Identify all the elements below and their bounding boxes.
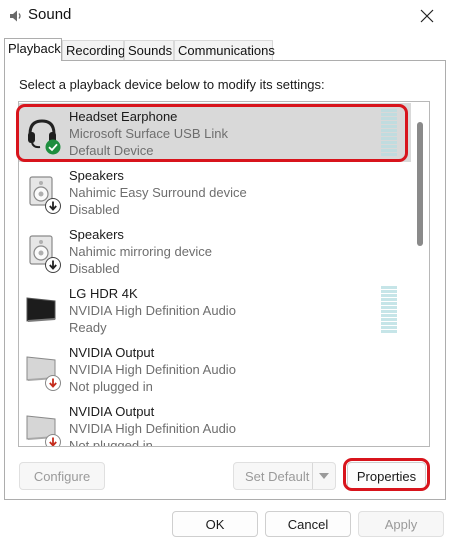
device-name: LG HDR 4K xyxy=(69,286,138,301)
set-default-button[interactable]: Set Default xyxy=(233,462,336,490)
disabled-arrow-icon xyxy=(45,257,61,273)
device-status: Ready xyxy=(69,320,107,335)
device-item-nvidia-output[interactable]: NVIDIA Output NVIDIA High Definition Aud… xyxy=(19,339,411,398)
device-description: Nahimic Easy Surround device xyxy=(69,185,247,200)
chevron-down-icon xyxy=(319,473,329,479)
unplugged-arrow-icon xyxy=(45,434,61,446)
tab-recording[interactable]: Recording xyxy=(62,40,125,60)
device-status: Disabled xyxy=(69,261,120,276)
device-status: Not plugged in xyxy=(69,438,153,447)
device-name: Speakers xyxy=(69,227,124,242)
device-description: NVIDIA High Definition Audio xyxy=(69,421,236,436)
cancel-button[interactable]: Cancel xyxy=(265,511,351,537)
apply-button[interactable]: Apply xyxy=(358,511,444,537)
device-description: NVIDIA High Definition Audio xyxy=(69,303,236,318)
tab-playback[interactable]: Playback xyxy=(4,38,62,61)
tab-sounds[interactable]: Sounds xyxy=(124,40,174,60)
device-item-speakers[interactable]: Speakers Nahimic Easy Surround device Di… xyxy=(19,162,411,221)
ok-button[interactable]: OK xyxy=(172,511,258,537)
default-check-icon xyxy=(45,139,61,155)
device-description: NVIDIA High Definition Audio xyxy=(69,362,236,377)
device-name: NVIDIA Output xyxy=(69,404,155,419)
device-name: NVIDIA Output xyxy=(69,345,155,360)
disabled-arrow-icon xyxy=(45,198,61,214)
device-name: Headset Earphone xyxy=(69,109,178,124)
unplugged-arrow-icon xyxy=(45,375,61,391)
set-default-label: Set Default xyxy=(245,468,310,484)
set-default-dropdown[interactable] xyxy=(312,463,335,489)
volume-meter xyxy=(381,286,397,333)
device-status: Not plugged in xyxy=(69,379,153,394)
window-title: Sound xyxy=(28,6,72,23)
instruction-text: Select a playback device below to modify… xyxy=(19,77,325,92)
device-list-scrollbar[interactable] xyxy=(411,102,429,446)
close-icon xyxy=(420,9,434,23)
device-list[interactable]: Headset Earphone Microsoft Surface USB L… xyxy=(18,101,430,447)
device-item-lg-hdr-4k[interactable]: LG HDR 4K NVIDIA High Definition Audio R… xyxy=(19,280,411,339)
device-name: Speakers xyxy=(69,168,124,183)
device-description: Nahimic mirroring device xyxy=(69,244,213,259)
device-item-nvidia-output-2[interactable]: NVIDIA Output NVIDIA High Definition Aud… xyxy=(19,398,411,447)
title-bar: Sound xyxy=(0,0,450,32)
tab-strip: Playback Recording Sounds Communications xyxy=(4,38,446,61)
device-item-headset-earphone[interactable]: Headset Earphone Microsoft Surface USB L… xyxy=(19,103,411,162)
properties-button[interactable]: Properties xyxy=(347,462,426,490)
device-status: Default Device xyxy=(69,143,154,158)
device-description: Microsoft Surface USB Link xyxy=(69,126,228,141)
device-status: Disabled xyxy=(69,202,120,217)
monitor-icon xyxy=(26,297,56,322)
device-item-speakers-mirroring[interactable]: Speakers Nahimic mirroring device Disabl… xyxy=(19,221,411,280)
speaker-icon xyxy=(10,10,21,22)
configure-button[interactable]: Configure xyxy=(19,462,105,490)
close-button[interactable] xyxy=(404,0,450,32)
scrollbar-thumb[interactable] xyxy=(417,122,423,246)
tab-communications[interactable]: Communications xyxy=(174,40,275,60)
volume-meter xyxy=(381,109,397,156)
playback-panel: Select a playback device below to modify… xyxy=(4,60,446,500)
